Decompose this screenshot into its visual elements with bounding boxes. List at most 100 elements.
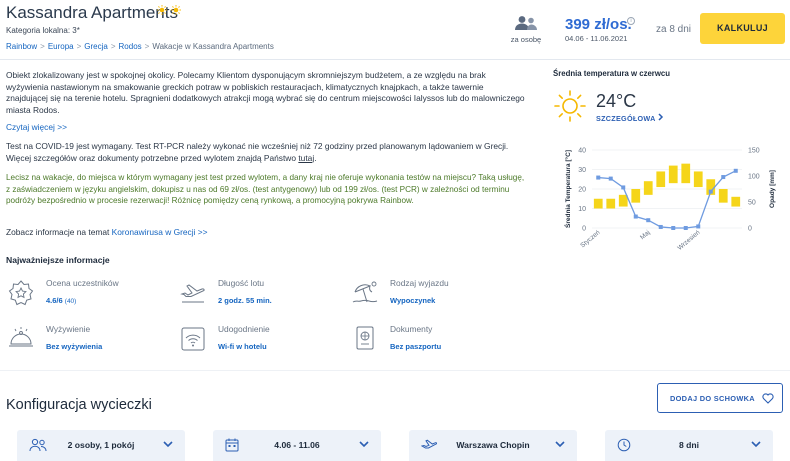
persons-selector[interactable]: za osobę (508, 15, 544, 44)
coronavirus-prefix: Zobacz informacje na temat (6, 227, 110, 237)
temperature-bar (656, 171, 666, 188)
precipitation-point (633, 214, 638, 219)
sun-icon (554, 90, 586, 122)
temperature-bar (631, 189, 641, 203)
precipitation-point (721, 175, 726, 180)
info-documents: Dokumenty Bez paszportu (350, 324, 500, 358)
chevron-down-icon (163, 441, 173, 448)
people-icon (515, 16, 537, 30)
y2-tick-label: 150 (748, 148, 760, 155)
chevron-down-icon (555, 441, 565, 448)
info-flight-title: Długość lotu (218, 278, 265, 288)
section-divider (0, 370, 790, 371)
weather-title: Średnia temperatura w czerwcu (553, 69, 670, 78)
chevron-down-icon (359, 441, 369, 448)
info-flight-value: 2 godz. 55 min. (218, 296, 272, 305)
precipitation-point (596, 175, 601, 180)
info-flight: Długość lotu 2 godz. 55 min. (178, 278, 328, 312)
rating-score[interactable]: 4.6/6 (46, 296, 63, 305)
weather-details-label[interactable]: SZCZEGÓŁOWA (596, 114, 655, 123)
precipitation-point (658, 224, 663, 229)
temperature-bar (718, 189, 728, 203)
info-trip-type-title: Rodzaj wyjazdu (390, 278, 449, 288)
rating-count[interactable]: (40) (65, 298, 77, 305)
info-rating-value[interactable]: 4.6/6 (40) (46, 296, 76, 305)
precipitation-point (608, 176, 613, 181)
duration-select[interactable]: 8 dni (605, 430, 773, 461)
weather-details-link[interactable]: SZCZEGÓŁOWA (596, 113, 664, 123)
precipitation-point (708, 189, 713, 194)
info-documents-title: Dokumenty (390, 324, 433, 334)
covid-details-link[interactable]: tutaj (298, 153, 314, 163)
local-category: Kategoria lokalna: 3* (6, 26, 80, 35)
persons-rooms-select[interactable]: 2 osoby, 1 pokój (17, 430, 185, 461)
breadcrumb-rainbow[interactable]: Rainbow (6, 42, 37, 51)
precipitation-point (671, 226, 676, 230)
info-trip-type-value: Wypoczynek (390, 296, 436, 305)
hotel-title: Kassandra Apartments (6, 3, 178, 22)
info-board-title: Wyżywienie (46, 324, 91, 334)
departure-airport-value: Warszawa Chopin (456, 440, 530, 450)
precipitation-point (733, 168, 738, 173)
info-rating: Ocena uczestników 4.6/6 (40) (6, 278, 156, 312)
breadcrumb: Rainbow > Europa > Grecja > Rodos > Wakacje w Ka… (6, 42, 274, 51)
config-title: Konfiguracja wycieczki (6, 397, 152, 413)
calculate-button[interactable]: KALKULUJ (700, 13, 785, 44)
chart-line (596, 168, 738, 230)
info-trip-type: Rodzaj wyjazdu Wypoczynek (350, 278, 500, 312)
precipitation-point (646, 218, 651, 223)
food-cloche-icon (9, 327, 33, 347)
y-tick-label: 40 (578, 148, 586, 155)
temperature-bar (593, 198, 603, 209)
wifi-icon (181, 327, 205, 351)
y2-tick-label: 0 (748, 226, 752, 233)
y2-tick-label: 50 (748, 200, 756, 207)
temperature-bar (643, 181, 653, 195)
hotel-description: Obiekt zlokalizowany jest w spokojnej ok… (6, 70, 525, 115)
persons-rooms-value: 2 osoby, 1 pokój (67, 440, 135, 450)
dates-select[interactable]: 4.06 - 11.06 (213, 430, 381, 461)
plane-icon (180, 284, 205, 303)
info-amenity: Udogodnienie Wi-fi w hotelu (178, 324, 328, 358)
beach-umbrella-icon (352, 281, 378, 303)
badge-star-icon (8, 280, 34, 306)
y-tick-label: 10 (578, 206, 586, 213)
covid-info: Test na COVID-19 jest wymagany. Test RT-… (6, 141, 526, 164)
breadcrumb-europa[interactable]: Europa (48, 42, 74, 51)
coronavirus-link[interactable]: Koronawirusa w Grecji >> (112, 227, 208, 237)
heart-icon (762, 393, 774, 404)
info-amenity-title: Udogodnienie (218, 324, 270, 334)
avg-temperature: 24°C (596, 91, 637, 111)
info-rating-title: Ocena uczestników (46, 278, 119, 288)
covid-text: Test na COVID-19 jest wymagany. Test RT-… (6, 141, 509, 163)
key-info-title: Najważniejsze informacje (6, 255, 110, 265)
temperature-bar (731, 196, 741, 207)
add-to-favorites-label[interactable]: DODAJ DO SCHOWKA (670, 394, 755, 403)
precipitation-point (621, 185, 626, 190)
temperature-bar (681, 163, 691, 184)
header: Kassandra Apartments Kategoria lokalna: … (0, 0, 790, 60)
breadcrumb-rodos[interactable]: Rodos (119, 42, 142, 51)
departure-airport-select[interactable]: Warszawa Chopin (409, 430, 577, 461)
temperature-bar (668, 165, 678, 184)
sun-rating (157, 4, 182, 18)
chevron-down-icon (751, 441, 761, 448)
x-tick-label: Maj (639, 229, 652, 241)
nights-count: za 8 dni (656, 24, 692, 35)
y-tick-label: 30 (578, 167, 586, 174)
info-icon[interactable]: i (627, 17, 635, 25)
sun-icon (157, 5, 167, 15)
price: 399 zł/os. (565, 16, 632, 33)
dates-value: 4.06 - 11.06 (274, 440, 320, 450)
covid-text-end: . (314, 152, 317, 163)
breadcrumb-current: Wakacje w Kassandra Apartments (152, 42, 274, 51)
read-more-link[interactable]: Czytaj więcej >> (6, 122, 67, 132)
x-tick-label: Wrzesień (676, 229, 701, 252)
temperature-bar (693, 171, 703, 188)
temperature-bar (606, 198, 616, 209)
breadcrumb-grecja[interactable]: Grecja (84, 42, 108, 51)
add-to-favorites-button[interactable]: DODAJ DO SCHOWKA (657, 383, 783, 413)
chart-bars (593, 163, 741, 209)
y-axis-label: Średnia Temperatura [°C] (563, 150, 572, 228)
coronavirus-info: Zobacz informacje na temat Koronawirusa … (6, 227, 208, 237)
